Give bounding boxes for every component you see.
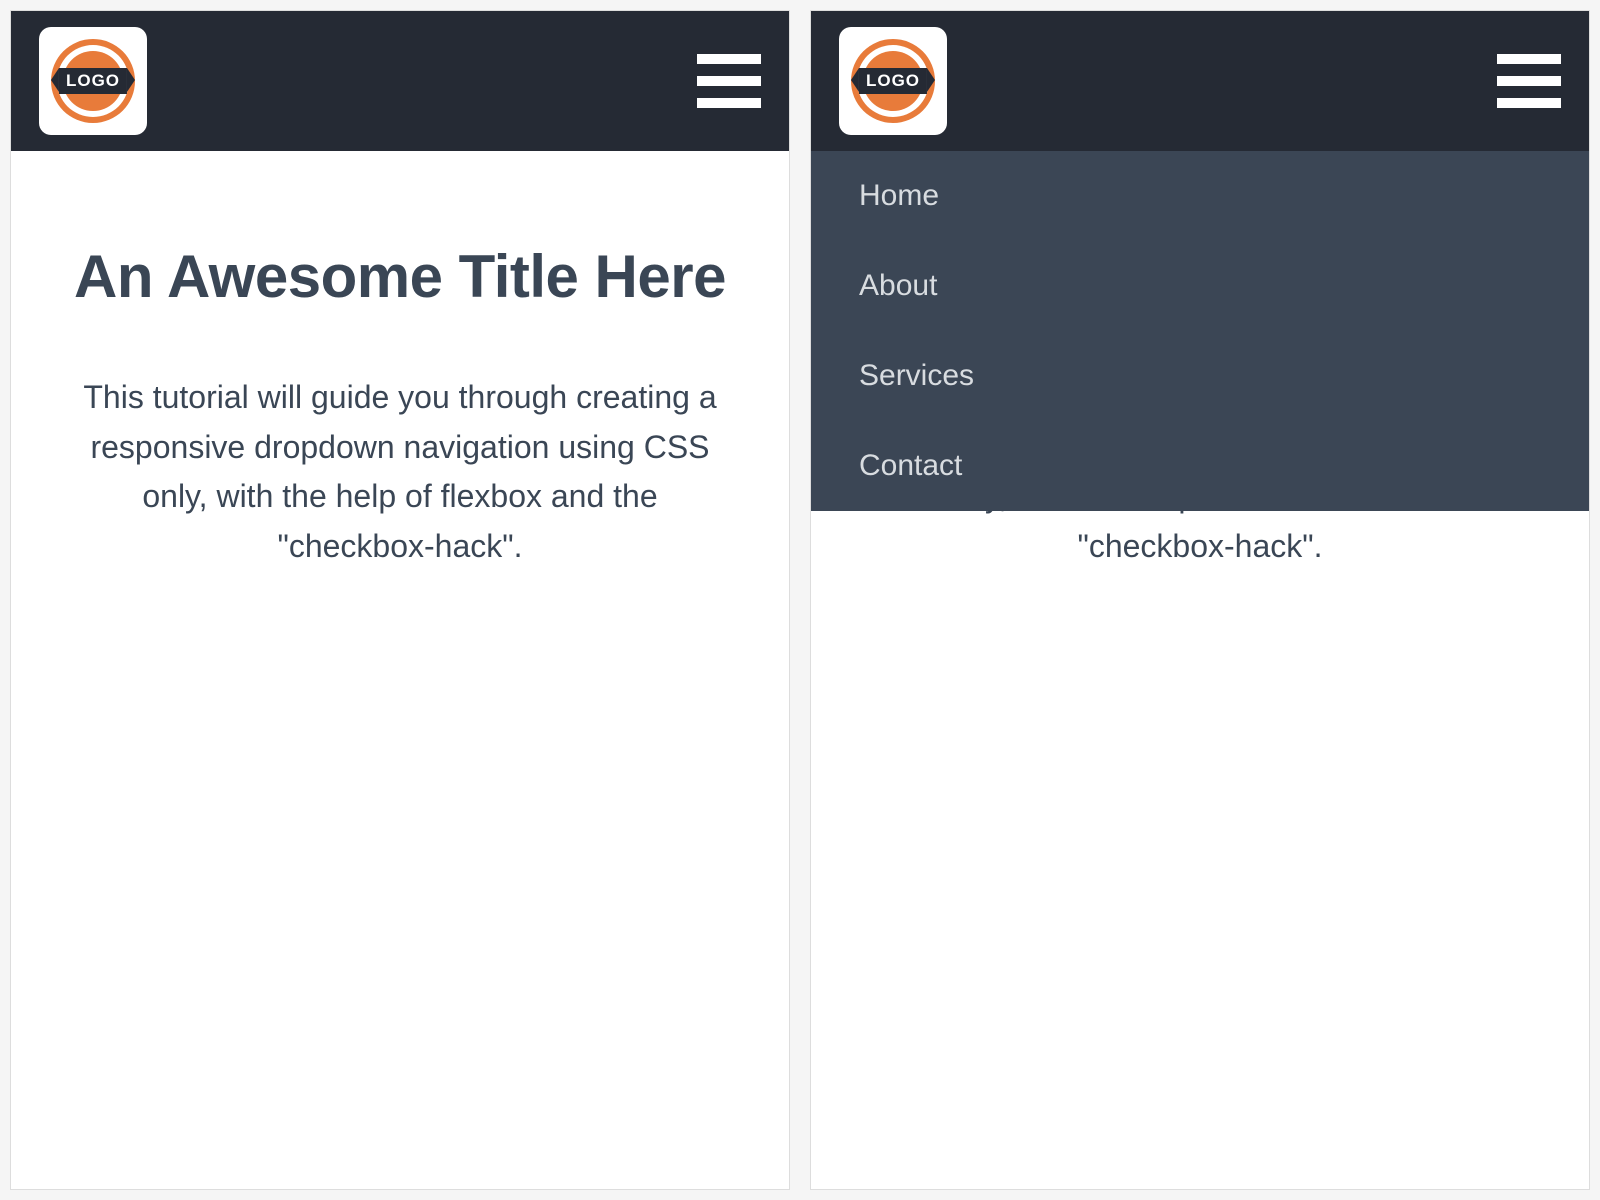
- mobile-view-closed: LOGO An Awesome Title Here This tutorial…: [10, 10, 790, 1190]
- logo-text: LOGO: [859, 68, 927, 94]
- logo-text: LOGO: [59, 68, 127, 94]
- hamburger-icon[interactable]: [697, 54, 761, 108]
- logo[interactable]: LOGO: [39, 27, 147, 135]
- logo-icon: LOGO: [851, 39, 935, 123]
- nav-item-contact[interactable]: Contact: [811, 421, 1589, 511]
- nav-item-about[interactable]: About: [811, 241, 1589, 331]
- logo-icon: LOGO: [51, 39, 135, 123]
- page-title: An Awesome Title Here: [71, 241, 729, 313]
- logo[interactable]: LOGO: [839, 27, 947, 135]
- page-description: This tutorial will guide you through cre…: [71, 373, 729, 571]
- nav-item-services[interactable]: Services: [811, 331, 1589, 421]
- mobile-view-open: LOGO Home About Services Contact An Awes…: [810, 10, 1590, 1190]
- navbar: LOGO: [811, 11, 1589, 151]
- page-content: An Awesome Title Here This tutorial will…: [11, 151, 789, 661]
- nav-item-home[interactable]: Home: [811, 151, 1589, 241]
- dropdown-menu: Home About Services Contact: [811, 151, 1589, 511]
- hamburger-icon[interactable]: [1497, 54, 1561, 108]
- navbar: LOGO: [11, 11, 789, 151]
